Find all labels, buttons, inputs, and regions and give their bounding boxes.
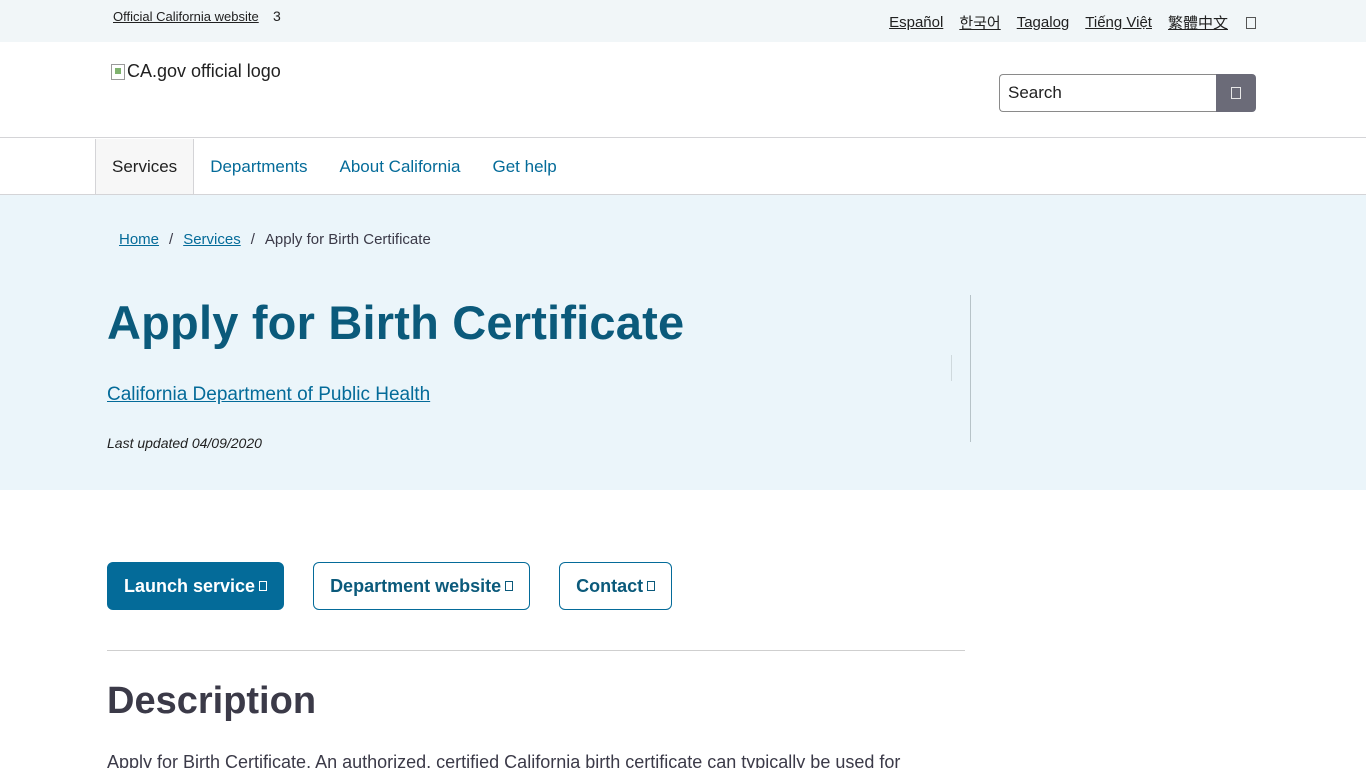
breadcrumb-current: Apply for Birth Certificate xyxy=(264,231,431,248)
search-icon xyxy=(1231,87,1241,99)
last-updated: Last updated 04/09/2020 xyxy=(107,435,262,451)
utility-bar: Official California website 3 Español 한국… xyxy=(0,0,1366,42)
official-website-link[interactable]: Official California website xyxy=(113,9,259,24)
description-heading: Description xyxy=(107,680,317,722)
breadcrumb: Home / Services / Apply for Birth Certif… xyxy=(119,231,431,248)
official-website-glyph: 3 xyxy=(273,8,281,24)
department-link[interactable]: California Department of Public Health xyxy=(107,384,430,406)
breadcrumb-services-link[interactable]: Services xyxy=(183,231,241,248)
hero-divider-small xyxy=(951,355,952,381)
section-divider xyxy=(107,650,965,651)
lang-korean-link[interactable]: 한국어 xyxy=(959,12,1000,33)
contact-label: Contact xyxy=(576,575,644,596)
broken-image-icon xyxy=(111,63,125,80)
contact-button[interactable]: Contact xyxy=(559,562,673,610)
breadcrumb-home-link[interactable]: Home xyxy=(119,231,159,248)
breadcrumb-separator: / xyxy=(169,231,174,248)
search-input[interactable] xyxy=(999,74,1216,112)
page-title: Apply for Birth Certificate xyxy=(107,296,685,349)
action-buttons: Launch service Department website Contac… xyxy=(107,562,673,610)
nav-about-california[interactable]: About California xyxy=(324,139,477,194)
hero-divider xyxy=(970,295,971,442)
language-links: Español 한국어 Tagalog Tiếng Việt 繁體中文 xyxy=(889,12,1256,33)
ca-gov-logo[interactable]: CA.gov official logo xyxy=(111,61,281,82)
nav-get-help[interactable]: Get help xyxy=(476,139,572,194)
main-navigation: Services Departments About California Ge… xyxy=(0,139,1366,195)
nav-departments[interactable]: Departments xyxy=(194,139,323,194)
settings-icon[interactable] xyxy=(1246,16,1256,29)
department-website-button[interactable]: Department website xyxy=(313,562,531,610)
external-link-icon xyxy=(647,581,656,591)
launch-service-label: Launch service xyxy=(124,575,256,596)
logo-alt-text: CA.gov official logo xyxy=(127,61,281,81)
external-link-icon xyxy=(259,581,268,591)
department-website-label: Department website xyxy=(330,575,502,596)
page-hero: Home / Services / Apply for Birth Certif… xyxy=(0,195,1366,490)
lang-espanol-link[interactable]: Español xyxy=(889,14,943,31)
launch-service-button[interactable]: Launch service xyxy=(107,562,285,610)
description-text: Apply for Birth Certificate. An authoriz… xyxy=(107,752,901,768)
lang-tagalog-link[interactable]: Tagalog xyxy=(1017,14,1070,31)
breadcrumb-separator: / xyxy=(250,231,255,248)
external-link-icon xyxy=(505,581,514,591)
lang-chinese-link[interactable]: 繁體中文 xyxy=(1168,12,1228,33)
search-button[interactable] xyxy=(1216,74,1256,112)
search-form xyxy=(999,74,1256,112)
lang-vietnamese-link[interactable]: Tiếng Việt xyxy=(1085,14,1152,31)
nav-services[interactable]: Services xyxy=(95,139,195,194)
branding-header: CA.gov official logo xyxy=(0,42,1366,138)
